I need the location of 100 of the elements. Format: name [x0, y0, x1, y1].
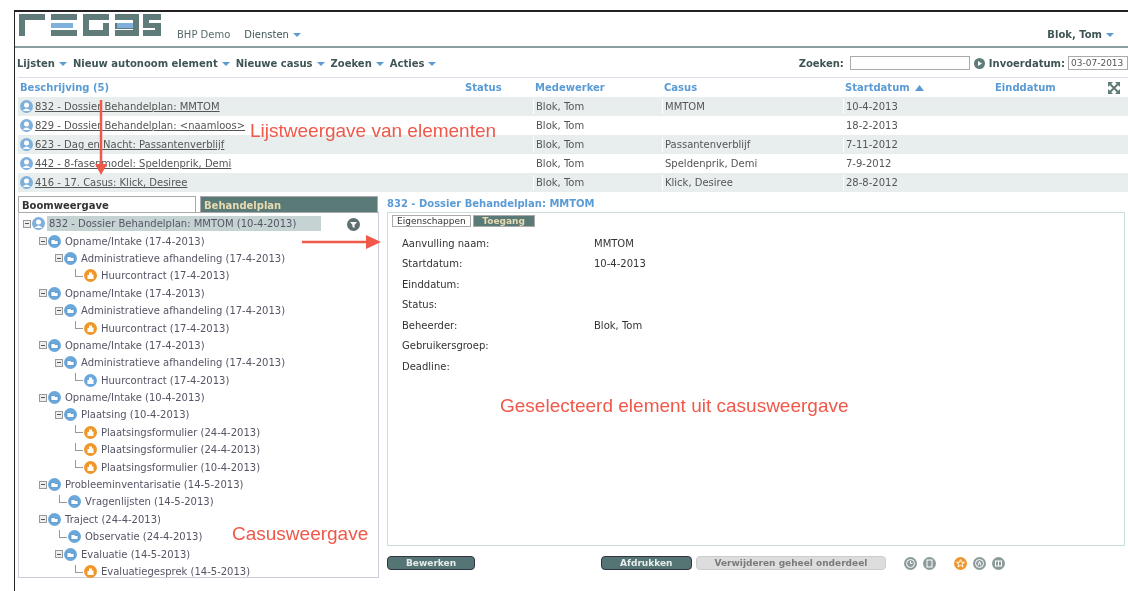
panel-tab[interactable]: Boomweergave: [18, 196, 196, 212]
folder-icon: [48, 391, 61, 405]
tree-item[interactable]: Plaatsing (10-4-2013): [79, 407, 192, 423]
record-link[interactable]: 832 - Dossier Behandelplan: MMTOM: [35, 99, 220, 114]
property-value: 10-4-2013: [594, 257, 646, 272]
person-icon: [20, 138, 33, 151]
toolbar-menu[interactable]: Acties: [389, 55, 437, 71]
collapse-toggle[interactable]: [39, 237, 47, 246]
person-icon: [32, 217, 45, 231]
table-cell: Blok, Tom: [536, 101, 585, 112]
table-cell: Blok, Tom: [536, 139, 585, 150]
table-cell: 28-8-2012: [846, 177, 898, 188]
tree-item[interactable]: Opname/Intake (17-4-2013): [63, 285, 207, 301]
tree-item[interactable]: Administratieve afhandeling (17-4-2013): [79, 303, 288, 319]
annotation-text: Geselecteerd element uit casusweergave: [500, 394, 849, 418]
action-button[interactable]: Afdrukken: [601, 556, 692, 570]
caret-icon: [292, 33, 301, 37]
property-label: Aanvulling naam:: [402, 236, 491, 251]
clock-icon: [904, 556, 918, 570]
tree-item[interactable]: Observatie (24-4-2013): [83, 529, 205, 545]
tree-item[interactable]: Plaatsingsformulier (24-4-2013): [99, 442, 263, 458]
folder-icon: [64, 356, 77, 370]
caret-icon: [1106, 33, 1114, 37]
action-button[interactable]: Bewerken: [387, 556, 476, 570]
collapse-toggle[interactable]: [39, 289, 47, 298]
table-cell: Blok, Tom: [536, 120, 585, 131]
tree-item[interactable]: Huurcontract (17-4-2013): [99, 268, 232, 284]
detail-tab[interactable]: Eigenschappen: [392, 215, 471, 227]
user-menu[interactable]: Blok, Tom: [1047, 27, 1114, 42]
box-icon: [992, 556, 1006, 570]
property-label: Gebruikersgroep:: [402, 339, 490, 354]
property-label: Startdatum:: [402, 257, 464, 272]
expand-icon: [1108, 82, 1120, 94]
table-cell: Passantenverblijf: [665, 139, 751, 150]
toolbar-menu[interactable]: Zoeken: [330, 55, 384, 71]
table-cell: Klick, Desiree: [665, 177, 733, 188]
caret-icon: [58, 61, 67, 66]
toolbar-menu[interactable]: Lijsten: [17, 55, 67, 71]
record-link[interactable]: 416 - 17. Casus: Klick, Desiree: [35, 175, 188, 190]
toolbar-menu[interactable]: Nieuwe casus: [235, 55, 325, 71]
tree-item[interactable]: Vragenlijsten (14-5-2013): [83, 494, 216, 510]
tree-item[interactable]: Plaatsingsformulier (10-4-2013): [99, 459, 263, 475]
caret-icon: [221, 61, 230, 66]
folder-icon: [48, 234, 61, 248]
search-field[interactable]: [849, 56, 970, 70]
tree-item[interactable]: Probleeminventarisatie (14-5-2013): [63, 477, 246, 493]
collapse-toggle[interactable]: [39, 341, 47, 350]
collapse-toggle[interactable]: [39, 393, 47, 402]
table-cell: 7-11-2012: [846, 139, 898, 150]
tree-item[interactable]: Traject (24-4-2013): [63, 511, 163, 527]
document-icon: [923, 556, 937, 570]
collapse-toggle[interactable]: [55, 411, 63, 419]
person-icon: [20, 157, 33, 170]
collapse-toggle[interactable]: [55, 254, 63, 263]
person-icon: [20, 100, 33, 113]
table-cell: 18-2-2013: [846, 120, 898, 131]
services-menu[interactable]: Diensten: [244, 27, 301, 42]
property-label: Einddatum:: [402, 277, 461, 292]
tree-item[interactable]: Huurcontract (17-4-2013): [99, 320, 232, 336]
table-cell: Speldenprik, Demi: [665, 158, 758, 169]
circle-a-icon: [973, 556, 987, 570]
caret-icon: [375, 61, 384, 66]
date-field[interactable]: 03-07-2013: [1068, 56, 1128, 70]
table-cell: Blok, Tom: [536, 177, 585, 188]
collapse-toggle[interactable]: [39, 515, 47, 524]
table-cell: Blok, Tom: [536, 158, 585, 169]
caret-icon: [428, 61, 437, 66]
tree-item[interactable]: Evaluatiegesprek (14-5-2013): [99, 564, 253, 579]
collapse-toggle[interactable]: [55, 306, 63, 315]
date-label: Invoerdatum:: [988, 56, 1065, 71]
filter-icon: [347, 218, 360, 231]
folder-icon: [64, 304, 77, 318]
folder-icon: [48, 512, 61, 526]
organization-name: BHP Demo: [177, 28, 231, 42]
person-icon: [20, 176, 33, 189]
folder-icon: [64, 547, 77, 561]
toolbar-menu[interactable]: Nieuw autonoom element: [72, 55, 230, 71]
folder-icon: [48, 286, 61, 300]
collapse-toggle[interactable]: [55, 550, 63, 559]
tree-item[interactable]: Opname/Intake (10-4-2013): [63, 390, 207, 406]
tree-item[interactable]: Huurcontract (17-4-2013): [99, 372, 232, 388]
tree-item[interactable]: Administratieve afhandeling (17-4-2013): [79, 355, 288, 371]
record-link[interactable]: 623 - Dag en Nacht: Passantenverblijf: [35, 137, 225, 152]
tree-item[interactable]: Plaatsingsformulier (24-4-2013): [99, 424, 263, 440]
record-link[interactable]: 829 - Dossier Behandelplan: <naamloos>: [35, 118, 246, 133]
collapse-toggle[interactable]: [39, 480, 47, 489]
search-label: Zoeken:: [798, 56, 844, 71]
collapse-toggle[interactable]: [55, 358, 63, 367]
folder-icon: [68, 495, 81, 509]
tree-item[interactable]: Opname/Intake (17-4-2013): [63, 233, 207, 249]
collapse-toggle[interactable]: [23, 219, 31, 228]
person-icon: [20, 119, 33, 132]
table-cell: MMTOM: [665, 101, 705, 112]
tree-item[interactable]: Administratieve afhandeling (17-4-2013): [79, 250, 288, 266]
tree-item[interactable]: 832 - Dossier Behandelplan: MMTOM (10-4-2013): [47, 216, 321, 232]
tree-item[interactable]: Opname/Intake (17-4-2013): [63, 337, 207, 353]
star-icon: [954, 556, 968, 570]
property-value: Blok, Tom: [594, 318, 643, 333]
property-label: Status:: [402, 298, 439, 313]
tree-item[interactable]: Evaluatie (14-5-2013): [79, 546, 193, 562]
